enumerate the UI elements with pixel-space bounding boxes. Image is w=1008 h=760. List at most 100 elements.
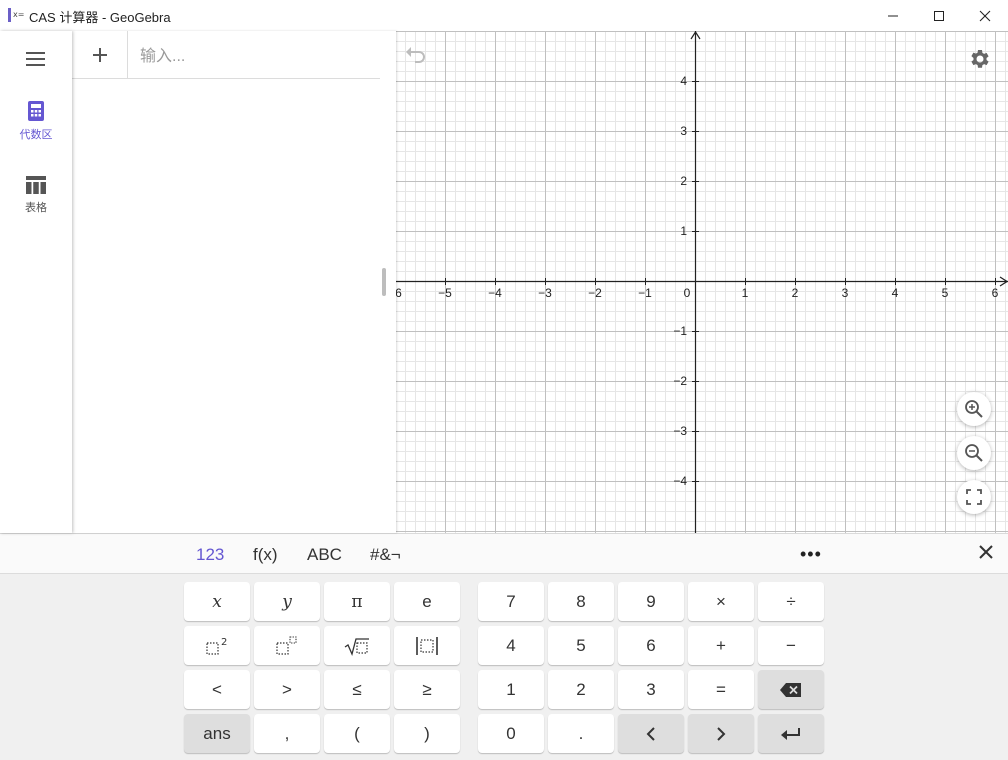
key-cursor-left[interactable] bbox=[618, 714, 684, 753]
key-4[interactable]: 4 bbox=[478, 626, 544, 665]
zoom-in-icon bbox=[965, 400, 983, 418]
key-7[interactable]: 7 bbox=[478, 582, 544, 621]
tab-abc[interactable]: ABC bbox=[307, 545, 342, 565]
key-less-than[interactable]: < bbox=[184, 670, 250, 709]
minimize-icon bbox=[888, 15, 898, 16]
chevron-left-icon bbox=[646, 726, 655, 741]
key-5[interactable]: 5 bbox=[548, 626, 614, 665]
key-equals[interactable]: = bbox=[688, 670, 754, 709]
svg-text:2: 2 bbox=[221, 637, 227, 648]
key-minus[interactable]: − bbox=[758, 626, 824, 665]
rail-item-label: 表格 bbox=[25, 202, 47, 214]
chevron-right-icon bbox=[717, 726, 726, 741]
graphics-settings-button[interactable] bbox=[968, 47, 992, 76]
x-tick-label: 4 bbox=[892, 286, 899, 300]
key-pi[interactable]: π bbox=[324, 582, 390, 621]
tab-123[interactable]: 123 bbox=[196, 545, 224, 565]
algebra-input-field[interactable]: 输入... bbox=[140, 42, 185, 66]
fullscreen-icon bbox=[966, 489, 982, 505]
x-tick-label: −4 bbox=[488, 286, 502, 300]
keyboard-tab-bar: 123 f(x) ABC #&¬ ••• bbox=[0, 534, 1008, 574]
key-e[interactable]: e bbox=[394, 582, 460, 621]
key-6[interactable]: 6 bbox=[618, 626, 684, 665]
table-icon bbox=[26, 176, 46, 194]
key-comma[interactable]: , bbox=[254, 714, 320, 753]
key-open-paren[interactable]: ( bbox=[324, 714, 390, 753]
key-ans[interactable]: ans bbox=[184, 714, 250, 753]
key-plus[interactable]: + bbox=[688, 626, 754, 665]
key-1[interactable]: 1 bbox=[478, 670, 544, 709]
key-0[interactable]: 0 bbox=[478, 714, 544, 753]
y-tick-label: 3 bbox=[680, 124, 687, 138]
key-decimal-point[interactable]: . bbox=[548, 714, 614, 753]
key-8[interactable]: 8 bbox=[548, 582, 614, 621]
x-tick-label: 1 bbox=[742, 286, 749, 300]
undo-button[interactable] bbox=[404, 45, 428, 68]
tab-symbols[interactable]: #&¬ bbox=[370, 545, 401, 565]
add-item-button[interactable] bbox=[72, 31, 128, 78]
graphics-view[interactable]: −6 −5 −4 −3 −2 −1 0 1 2 3 4 5 6 4 3 2 1 −1 −2 −3 −4 bbox=[396, 31, 1008, 533]
enter-icon bbox=[781, 727, 800, 740]
key-square[interactable]: 2 bbox=[184, 626, 250, 665]
x-tick-label: −5 bbox=[438, 286, 452, 300]
fullscreen-button[interactable] bbox=[957, 480, 991, 514]
maximize-button[interactable] bbox=[916, 0, 962, 31]
x-tick-label: 2 bbox=[792, 286, 799, 300]
absolute-value-template-icon bbox=[416, 636, 438, 655]
key-9[interactable]: 9 bbox=[618, 582, 684, 621]
zoom-out-button[interactable] bbox=[957, 436, 991, 470]
geogebra-cas-app-icon: x= bbox=[8, 8, 24, 22]
y-tick-label: −4 bbox=[673, 474, 687, 488]
plus-icon bbox=[92, 47, 107, 62]
minimize-button[interactable] bbox=[870, 0, 916, 31]
close-keyboard-button[interactable] bbox=[978, 544, 994, 565]
x-tick-label: 0 bbox=[684, 286, 691, 300]
key-enter[interactable] bbox=[758, 714, 824, 753]
key-greater-than[interactable]: > bbox=[254, 670, 320, 709]
key-power[interactable] bbox=[254, 626, 320, 665]
key-multiply[interactable]: × bbox=[688, 582, 754, 621]
y-tick-label: 1 bbox=[680, 224, 687, 238]
x-tick-label: 6 bbox=[992, 286, 999, 300]
close-window-button[interactable] bbox=[962, 0, 1008, 31]
key-cursor-right[interactable] bbox=[688, 714, 754, 753]
calculator-icon bbox=[28, 101, 44, 121]
close-icon bbox=[979, 10, 991, 21]
x-tick-label: 5 bbox=[942, 286, 949, 300]
panel-resize-handle[interactable] bbox=[382, 268, 386, 296]
algebra-view: 输入... bbox=[72, 31, 396, 533]
key-2[interactable]: 2 bbox=[548, 670, 614, 709]
key-divide[interactable]: ÷ bbox=[758, 582, 824, 621]
power-template-icon bbox=[276, 635, 297, 655]
key-sqrt[interactable] bbox=[324, 626, 390, 665]
key-backspace[interactable] bbox=[758, 670, 824, 709]
title-bar: x= CAS 计算器 - GeoGebra bbox=[0, 0, 1008, 31]
close-icon bbox=[979, 545, 993, 559]
key-close-paren[interactable]: ) bbox=[394, 714, 460, 753]
key-3[interactable]: 3 bbox=[618, 670, 684, 709]
key-greater-equal[interactable]: ≥ bbox=[394, 670, 460, 709]
menu-button[interactable] bbox=[26, 51, 46, 67]
y-tick-label: −1 bbox=[673, 324, 687, 338]
virtual-keyboard: 123 f(x) ABC #&¬ ••• x y π e 2 < > ≤ ≥ a… bbox=[0, 533, 1008, 760]
x-tick-label: −1 bbox=[638, 286, 652, 300]
x-tick-label: 3 bbox=[842, 286, 849, 300]
rail-item-table[interactable]: 表格 bbox=[0, 176, 72, 215]
y-tick-label: −3 bbox=[673, 424, 687, 438]
key-less-equal[interactable]: ≤ bbox=[324, 670, 390, 709]
zoom-in-button[interactable] bbox=[957, 392, 991, 426]
key-y[interactable]: y bbox=[254, 582, 320, 621]
coordinate-grid[interactable]: −6 −5 −4 −3 −2 −1 0 1 2 3 4 5 6 4 3 2 1 −1 −2 −3 −4 bbox=[396, 31, 1008, 533]
y-tick-label: 4 bbox=[680, 74, 687, 88]
y-tick-label: −2 bbox=[673, 374, 687, 388]
rail-item-algebra[interactable]: 代数区 bbox=[0, 101, 72, 142]
key-abs[interactable] bbox=[394, 626, 460, 665]
algebra-input-row[interactable]: 输入... bbox=[72, 31, 380, 79]
more-options-button[interactable]: ••• bbox=[800, 544, 822, 565]
key-x[interactable]: x bbox=[184, 582, 250, 621]
zoom-out-icon bbox=[965, 444, 983, 462]
gear-icon bbox=[971, 50, 989, 68]
tab-functions[interactable]: f(x) bbox=[253, 545, 278, 565]
maximize-icon bbox=[934, 10, 944, 21]
y-tick-label: 2 bbox=[680, 174, 687, 188]
